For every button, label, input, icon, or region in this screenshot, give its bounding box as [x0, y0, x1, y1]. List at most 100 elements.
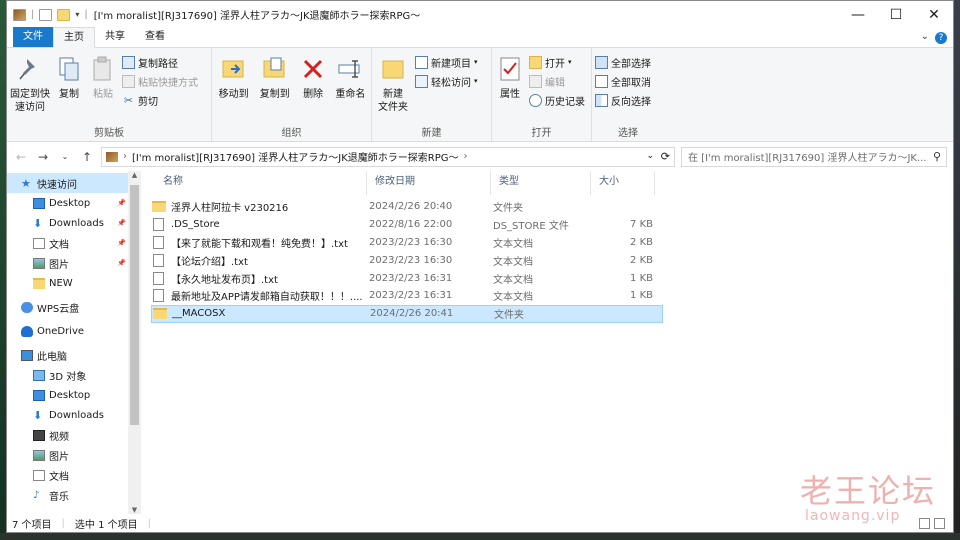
navigation-pane-scrollbar[interactable]: ▲ ▼ [128, 171, 141, 514]
sidebar-item-label: 此电脑 [37, 351, 67, 363]
new-item-icon [415, 55, 428, 69]
properties-checkbox-icon[interactable] [39, 8, 53, 21]
history-button[interactable]: 历史记录 [529, 92, 585, 108]
history-clock-icon [529, 93, 542, 107]
copy-icon [54, 54, 84, 84]
refresh-icon[interactable]: ⟳ [661, 150, 670, 163]
new-folder-icon[interactable] [57, 8, 71, 21]
sidebar-item[interactable]: ⬇ Downloads 📌 [7, 213, 128, 233]
back-arrow-icon[interactable]: ← [13, 150, 29, 164]
up-arrow-icon[interactable]: ↑ [79, 150, 95, 164]
copy-path-button[interactable]: 复制路径 [122, 54, 198, 70]
open-button[interactable]: 打开 ▾ [529, 54, 585, 70]
sidebar-item[interactable]: Desktop 📌 [7, 193, 128, 213]
sidebar-item[interactable]: 图片 [7, 445, 128, 465]
address-bar[interactable]: › [I'm moralist][RJ317690] 淫界人柱アラカ～JK退魔師… [101, 146, 675, 167]
ribbon: 固定到快 速访问 复制 粘贴 复制路径 粘贴快捷方式 ✂ 剪切 剪贴板 移动到 … [7, 48, 953, 142]
sidebar-item-label: Desktop [49, 389, 91, 401]
address-dropdown-icon[interactable]: ⌄ [646, 151, 654, 161]
close-button[interactable]: ✕ [915, 1, 953, 28]
search-icon[interactable]: ⚲ [933, 150, 941, 163]
file-size: 7 KB [630, 219, 653, 231]
select-all-button[interactable]: 全部选择 [595, 54, 651, 70]
paste-shortcut-label: 粘贴快捷方式 [138, 77, 198, 89]
scrollbar-thumb[interactable] [130, 185, 139, 425]
large-icons-view-icon[interactable] [934, 518, 945, 529]
file-row[interactable]: 【永久地址发布页】.txt 2023/2/23 16:31 文本文档 1 KB [151, 269, 663, 287]
file-date: 2022/8/16 22:00 [369, 219, 453, 231]
download-icon: ⬇ [33, 216, 43, 230]
file-name: 最新地址及APP请发邮箱自动获取！！！.... [171, 292, 363, 304]
tab-view[interactable]: 查看 [135, 27, 175, 47]
file-row[interactable]: 淫界人柱阿拉卡 v230216 2024/2/26 20:40 文件夹 [151, 198, 663, 216]
sidebar-list: ★ 快速访问 Desktop 📌 ⬇ Downloads 📌 文档 📌 图片 📌 NEW WPS云盘 On… [7, 173, 128, 505]
sidebar-item[interactable]: 文档 [7, 465, 128, 485]
pin-icon: 📌 [117, 259, 126, 267]
column-header-name[interactable]: 名称 [141, 171, 367, 195]
select-none-button[interactable]: 全部取消 [595, 73, 651, 89]
sidebar-item-label: NEW [49, 277, 73, 289]
sidebar-item[interactable]: Desktop [7, 385, 128, 405]
easy-access-button[interactable]: 轻松访问 ▾ [415, 73, 478, 89]
pin-quick-access-label: 固定到快 速访问 [10, 89, 50, 113]
invert-selection-button[interactable]: 反向选择 [595, 92, 651, 108]
sidebar-item[interactable]: 3D 对象 [7, 365, 128, 385]
sidebar-item[interactable]: ⬇ Downloads [7, 405, 128, 425]
ribbon-tabs: 文件 主页 共享 查看 ⌄ ? [7, 27, 953, 48]
tab-home[interactable]: 主页 [53, 27, 95, 48]
sidebar-item[interactable]: 图片 📌 [7, 253, 128, 273]
separator: | [31, 9, 35, 20]
file-type: 文本文档 [493, 256, 533, 268]
paste-shortcut-icon [122, 74, 135, 88]
column-header-size[interactable]: 大小 [591, 171, 655, 195]
sidebar-item[interactable]: 视频 [7, 425, 128, 445]
clipboard-group-label: 剪贴板 [94, 128, 124, 139]
sidebar-item[interactable]: 文档 📌 [7, 233, 128, 253]
new-group-label: 新建 [421, 128, 442, 139]
recent-locations-chevron-icon[interactable]: ⌄ [57, 152, 73, 161]
file-name: __MACOSX [172, 308, 226, 320]
sidebar-item[interactable]: WPS云盘 [7, 297, 128, 317]
tab-file[interactable]: 文件 [13, 27, 53, 47]
file-row[interactable]: 【来了就能下载和观看！纯免费！】.txt 2023/2/23 16:30 文本文档 2… [151, 234, 663, 252]
help-icon[interactable]: ? [935, 32, 947, 44]
file-size: 1 KB [630, 290, 653, 302]
item-count: 7 个项目 [12, 519, 52, 531]
column-header-date[interactable]: 修改日期 [367, 171, 491, 195]
file-rows: 淫界人柱阿拉卡 v230216 2024/2/26 20:40 文件夹 .DS_Sto… [151, 198, 663, 323]
details-view-icon[interactable] [919, 518, 930, 529]
sidebar-item[interactable]: ★ 快速访问 [7, 173, 128, 193]
navigation-bar: ← → ⌄ ↑ › [I'm moralist][RJ317690] 淫界人柱ア… [7, 142, 953, 171]
file-row[interactable]: 最新地址及APP请发邮箱自动获取！！！.... 2023/2/23 16:31 文本… [151, 287, 663, 305]
file-row[interactable]: 【论坛介绍】.txt 2023/2/23 16:30 文本文档 2 KB [151, 251, 663, 269]
minimize-button[interactable]: — [839, 1, 877, 28]
new-item-button[interactable]: 新建项目 ▾ [415, 54, 478, 70]
folder-icon [152, 201, 166, 213]
file-row[interactable]: __MACOSX 2024/2/26 20:41 文件夹 [151, 304, 663, 323]
sidebar-item[interactable]: OneDrive [7, 321, 128, 341]
breadcrumb-separator-icon: › [123, 151, 127, 162]
sidebar-item-label: OneDrive [37, 325, 85, 337]
column-header-type[interactable]: 类型 [491, 171, 591, 195]
pin-icon: 📌 [117, 199, 126, 207]
cut-button[interactable]: ✂ 剪切 [122, 92, 198, 108]
scroll-down-arrow-icon[interactable]: ▼ [128, 506, 141, 514]
maximize-button[interactable]: ☐ [877, 1, 915, 28]
search-box[interactable]: 在 [I'm moralist][RJ317690] 淫界人柱アラカ～JK...… [681, 146, 947, 167]
file-row[interactable]: .DS_Store 2022/8/16 22:00 DS_STORE 文件 7 KB [151, 216, 663, 234]
sidebar-item[interactable]: ♪ 音乐 [7, 485, 128, 505]
organize-group-label: 组织 [281, 128, 302, 139]
music-icon: ♪ [33, 489, 40, 501]
scroll-up-arrow-icon[interactable]: ▲ [128, 171, 141, 179]
ribbon-collapse-chevron-icon[interactable]: ⌄ [921, 31, 929, 42]
sidebar-item[interactable]: NEW [7, 273, 128, 293]
sidebar-item[interactable]: 此电脑 [7, 345, 128, 365]
file-name: .DS_Store [171, 219, 220, 231]
forward-arrow-icon[interactable]: → [35, 150, 51, 164]
tab-share[interactable]: 共享 [95, 27, 135, 47]
file-name: 淫界人柱阿拉卡 v230216 [171, 203, 289, 215]
customize-toolbar-chevron-icon[interactable]: ▾ [75, 10, 79, 19]
download-icon: ⬇ [33, 408, 43, 422]
address-path[interactable]: [I'm moralist][RJ317690] 淫界人柱アラカ～JK退魔師ホラ… [132, 149, 459, 164]
file-name-cell: .DS_Store [151, 218, 369, 232]
